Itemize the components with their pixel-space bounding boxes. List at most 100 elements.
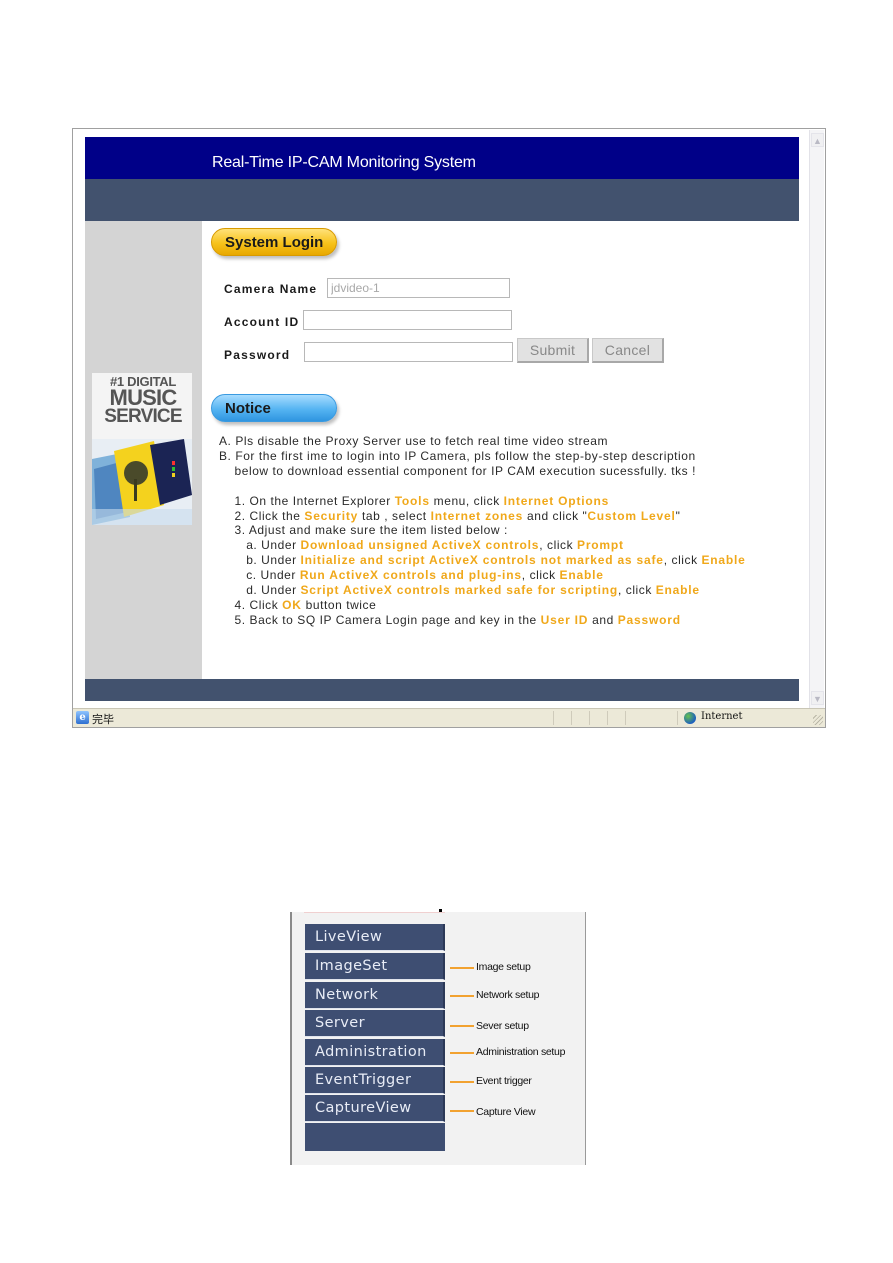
page-title: Real-Time IP-CAM Monitoring System bbox=[212, 154, 476, 171]
password-field[interactable] bbox=[304, 342, 513, 362]
marker-dot bbox=[439, 909, 442, 912]
callout-server-setup: Sever setup bbox=[476, 1020, 529, 1032]
callout-capture-view: Capture View bbox=[476, 1106, 536, 1118]
internet-globe-icon bbox=[684, 712, 696, 724]
callout-line bbox=[450, 1052, 474, 1054]
notice-instructions: A. Pls disable the Proxy Server use to f… bbox=[219, 434, 799, 628]
menu-item-captureview[interactable]: CaptureView bbox=[305, 1095, 445, 1122]
notice-text-segment: 5. Back to SQ IP Camera Login page and k… bbox=[219, 612, 541, 627]
notice-text-segment: , click bbox=[539, 538, 578, 553]
submit-button[interactable]: Submit bbox=[517, 338, 589, 363]
status-text: 完毕 bbox=[92, 714, 114, 726]
notice-text-segment: a. Under bbox=[219, 538, 301, 553]
notice-text-segment: " bbox=[675, 508, 681, 523]
menu-item-eventtrigger[interactable]: EventTrigger bbox=[305, 1067, 445, 1094]
notice-line: A. Pls disable the Proxy Server use to f… bbox=[219, 434, 799, 449]
notice-text-segment bbox=[219, 479, 223, 493]
page-viewport: Real-Time IP-CAM Monitoring System #1 DI… bbox=[74, 130, 810, 708]
header-banner: Real-Time IP-CAM Monitoring System bbox=[85, 137, 799, 179]
ad-headline: #1 DIGITAL MUSIC SERVICE bbox=[96, 375, 190, 428]
scroll-down-arrow-icon[interactable]: ▼ bbox=[811, 691, 824, 705]
status-divider bbox=[589, 711, 590, 725]
highlighted-term: Tools bbox=[394, 493, 430, 508]
menu-empty-slot bbox=[305, 1123, 445, 1151]
vertical-scrollbar[interactable]: ▲ ▼ bbox=[809, 130, 824, 708]
footer-bar bbox=[85, 679, 799, 701]
notice-line: b. Under Initialize and script ActiveX c… bbox=[219, 553, 799, 568]
callout-event-trigger: Event trigger bbox=[476, 1075, 532, 1087]
status-divider bbox=[571, 711, 572, 725]
music-ad-banner[interactable]: #1 DIGITAL MUSIC SERVICE bbox=[92, 373, 192, 525]
menu-item-administration[interactable]: Administration bbox=[305, 1039, 445, 1066]
notice-text-segment: button twice bbox=[301, 597, 377, 612]
callout-administration-setup: Administration setup bbox=[476, 1046, 566, 1058]
callout-line bbox=[450, 1110, 474, 1112]
album-covers-image bbox=[92, 439, 192, 525]
callout-network-setup: Network setup bbox=[476, 989, 540, 1001]
notice-line: B. For the first ime to login into IP Ca… bbox=[219, 449, 799, 464]
notice-line: a. Under Download unsigned ActiveX contr… bbox=[219, 538, 799, 553]
highlighted-term: User ID bbox=[540, 612, 589, 627]
notice-line: 4. Click OK button twice bbox=[219, 598, 799, 613]
notice-text-segment: 3. Adjust and make sure the item listed … bbox=[219, 523, 508, 538]
highlighted-term: Initialize and script ActiveX controls n… bbox=[300, 553, 664, 568]
navigation-menu-panel: LiveView ImageSet Network Server Adminis… bbox=[290, 909, 586, 1165]
highlighted-term: Password bbox=[617, 612, 681, 627]
account-id-field[interactable] bbox=[303, 310, 512, 330]
highlighted-term: Enable bbox=[559, 568, 604, 583]
scroll-up-arrow-icon[interactable]: ▲ bbox=[811, 133, 824, 147]
status-divider bbox=[625, 711, 626, 725]
notice-text-segment: , click bbox=[663, 553, 702, 568]
ad-line-3: SERVICE bbox=[104, 406, 182, 428]
notice-text-segment: B. For the first ime to login into IP Ca… bbox=[219, 448, 696, 463]
highlighted-term: Enable bbox=[655, 583, 700, 598]
highlighted-term: OK bbox=[282, 597, 302, 612]
notice-text-segment: d. Under bbox=[219, 583, 301, 598]
menu-item-liveview[interactable]: LiveView bbox=[305, 924, 445, 951]
notice-text-segment: 1. On the Internet Explorer bbox=[219, 493, 395, 508]
highlighted-term: Enable bbox=[701, 553, 746, 568]
left-sidebar: #1 DIGITAL MUSIC SERVICE bbox=[85, 221, 202, 679]
callout-image-setup: Image setup bbox=[476, 961, 531, 973]
highlighted-term: Custom Level bbox=[587, 508, 676, 523]
notice-text-segment: A. Pls disable the Proxy Server use to f… bbox=[219, 434, 609, 448]
camera-name-field[interactable] bbox=[327, 278, 510, 298]
notice-text-segment: , click bbox=[618, 583, 656, 598]
notice-line: below to download essential component fo… bbox=[219, 464, 799, 479]
menu-item-network[interactable]: Network bbox=[305, 982, 445, 1009]
notice-line: c. Under Run ActiveX controls and plug-i… bbox=[219, 568, 799, 583]
notice-line bbox=[219, 479, 799, 494]
highlighted-term: Internet Options bbox=[503, 493, 610, 508]
browser-status-bar: e 完毕 Internet bbox=[73, 708, 825, 727]
menu-item-server[interactable]: Server bbox=[305, 1010, 445, 1037]
browser-window: Real-Time IP-CAM Monitoring System #1 DI… bbox=[72, 128, 826, 728]
status-divider bbox=[607, 711, 608, 725]
notice-text-segment: b. Under bbox=[219, 553, 301, 568]
notice-text-segment: and bbox=[588, 612, 618, 627]
callout-line bbox=[450, 1025, 474, 1027]
notice-line: 3. Adjust and make sure the item listed … bbox=[219, 523, 799, 538]
system-login-heading: System Login bbox=[211, 228, 337, 256]
highlighted-term: Download unsigned ActiveX controls bbox=[300, 538, 540, 553]
ad-line-2: MUSIC bbox=[109, 384, 178, 410]
notice-text-segment: and click " bbox=[523, 508, 588, 523]
resize-grip-icon[interactable] bbox=[813, 715, 823, 725]
notice-line: 1. On the Internet Explorer Tools menu, … bbox=[219, 494, 799, 509]
notice-text-segment: c. Under bbox=[219, 568, 300, 583]
notice-line: d. Under Script ActiveX controls marked … bbox=[219, 583, 799, 598]
callout-line bbox=[450, 1081, 474, 1083]
header-subbar bbox=[85, 179, 799, 221]
cancel-button[interactable]: Cancel bbox=[592, 338, 664, 363]
highlighted-term: Internet zones bbox=[430, 508, 524, 523]
notice-text-segment: tab , select bbox=[358, 508, 431, 523]
menu-item-imageset[interactable]: ImageSet bbox=[305, 953, 445, 980]
notice-heading: Notice bbox=[211, 394, 337, 422]
ie-page-icon: e bbox=[76, 711, 89, 724]
notice-text-segment: 2. Click the bbox=[219, 508, 305, 523]
camera-name-label: Camera Name bbox=[224, 282, 318, 296]
highlighted-term: Prompt bbox=[577, 538, 624, 553]
status-divider bbox=[553, 711, 554, 725]
notice-line: 5. Back to SQ IP Camera Login page and k… bbox=[219, 613, 799, 628]
highlighted-term: Script ActiveX controls marked safe for … bbox=[300, 583, 619, 598]
status-divider bbox=[677, 711, 678, 725]
